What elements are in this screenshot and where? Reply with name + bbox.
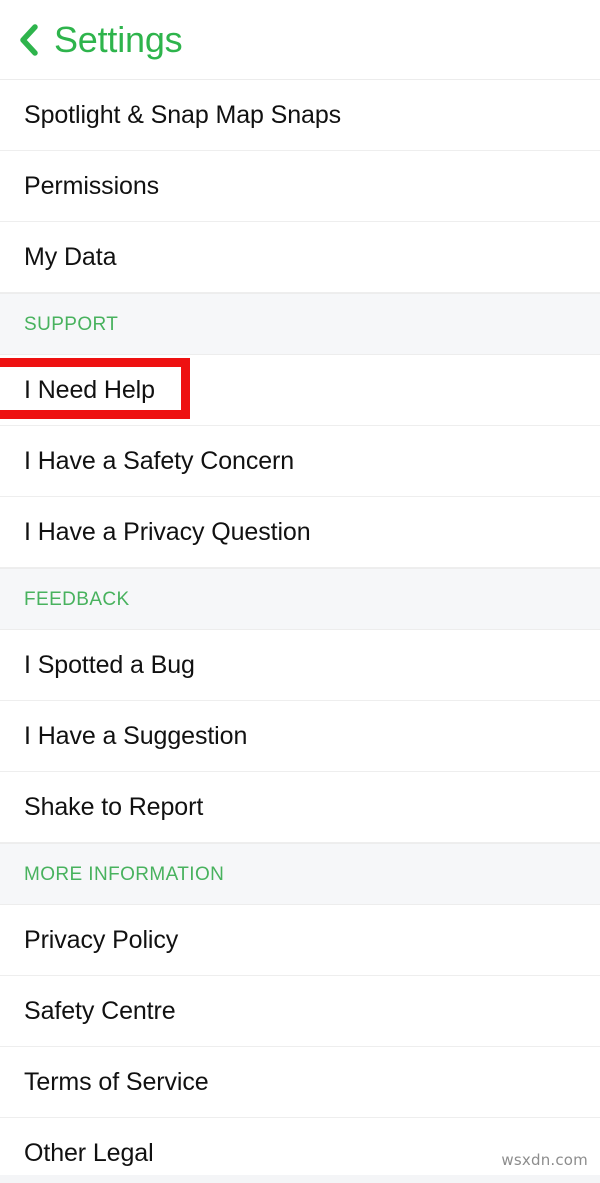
row-shake-to-report[interactable]: Shake to Report <box>0 772 600 843</box>
row-i-have-a-safety-concern[interactable]: I Have a Safety Concern <box>0 426 600 497</box>
row-label: I Spotted a Bug <box>24 650 195 679</box>
row-privacy-policy[interactable]: Privacy Policy <box>0 905 600 976</box>
bottom-strip <box>0 1175 600 1183</box>
section-header-label: MORE INFORMATION <box>24 863 225 885</box>
row-safety-centre[interactable]: Safety Centre <box>0 976 600 1047</box>
section-header-label: SUPPORT <box>24 313 119 335</box>
row-i-need-help[interactable]: I Need Help <box>0 355 600 426</box>
row-i-have-a-suggestion[interactable]: I Have a Suggestion <box>0 701 600 772</box>
row-label: Spotlight & Snap Map Snaps <box>24 100 342 129</box>
section-header-support: SUPPORT <box>0 293 600 355</box>
section-header-feedback: FEEDBACK <box>0 568 600 630</box>
chevron-left-icon[interactable] <box>14 18 44 62</box>
row-label: I Have a Suggestion <box>24 721 248 750</box>
settings-screen: Settings Spotlight & Snap Map Snaps Permi… <box>0 0 600 1183</box>
row-i-have-a-privacy-question[interactable]: I Have a Privacy Question <box>0 497 600 568</box>
navigation-header: Settings <box>0 0 600 80</box>
row-label: I Need Help <box>24 375 155 404</box>
row-label: Privacy Policy <box>24 925 179 954</box>
row-spotlight-snap-map-snaps[interactable]: Spotlight & Snap Map Snaps <box>0 80 600 151</box>
row-i-spotted-a-bug[interactable]: I Spotted a Bug <box>0 630 600 701</box>
row-permissions[interactable]: Permissions <box>0 151 600 222</box>
row-label: Shake to Report <box>24 792 204 821</box>
row-label: My Data <box>24 242 117 271</box>
row-label: I Have a Safety Concern <box>24 446 295 475</box>
row-my-data[interactable]: My Data <box>0 222 600 293</box>
row-label: Other Legal <box>24 1138 154 1167</box>
row-label: Permissions <box>24 171 160 200</box>
page-title: Settings <box>54 18 183 60</box>
row-terms-of-service[interactable]: Terms of Service <box>0 1047 600 1118</box>
watermark: wsxdn.com <box>501 1151 588 1169</box>
settings-list: Spotlight & Snap Map Snaps Permissions My … <box>0 80 600 1183</box>
section-header-more-information: MORE INFORMATION <box>0 843 600 905</box>
section-header-label: FEEDBACK <box>24 588 130 610</box>
row-label: Safety Centre <box>24 996 176 1025</box>
row-label: Terms of Service <box>24 1067 209 1096</box>
row-label: I Have a Privacy Question <box>24 517 311 546</box>
